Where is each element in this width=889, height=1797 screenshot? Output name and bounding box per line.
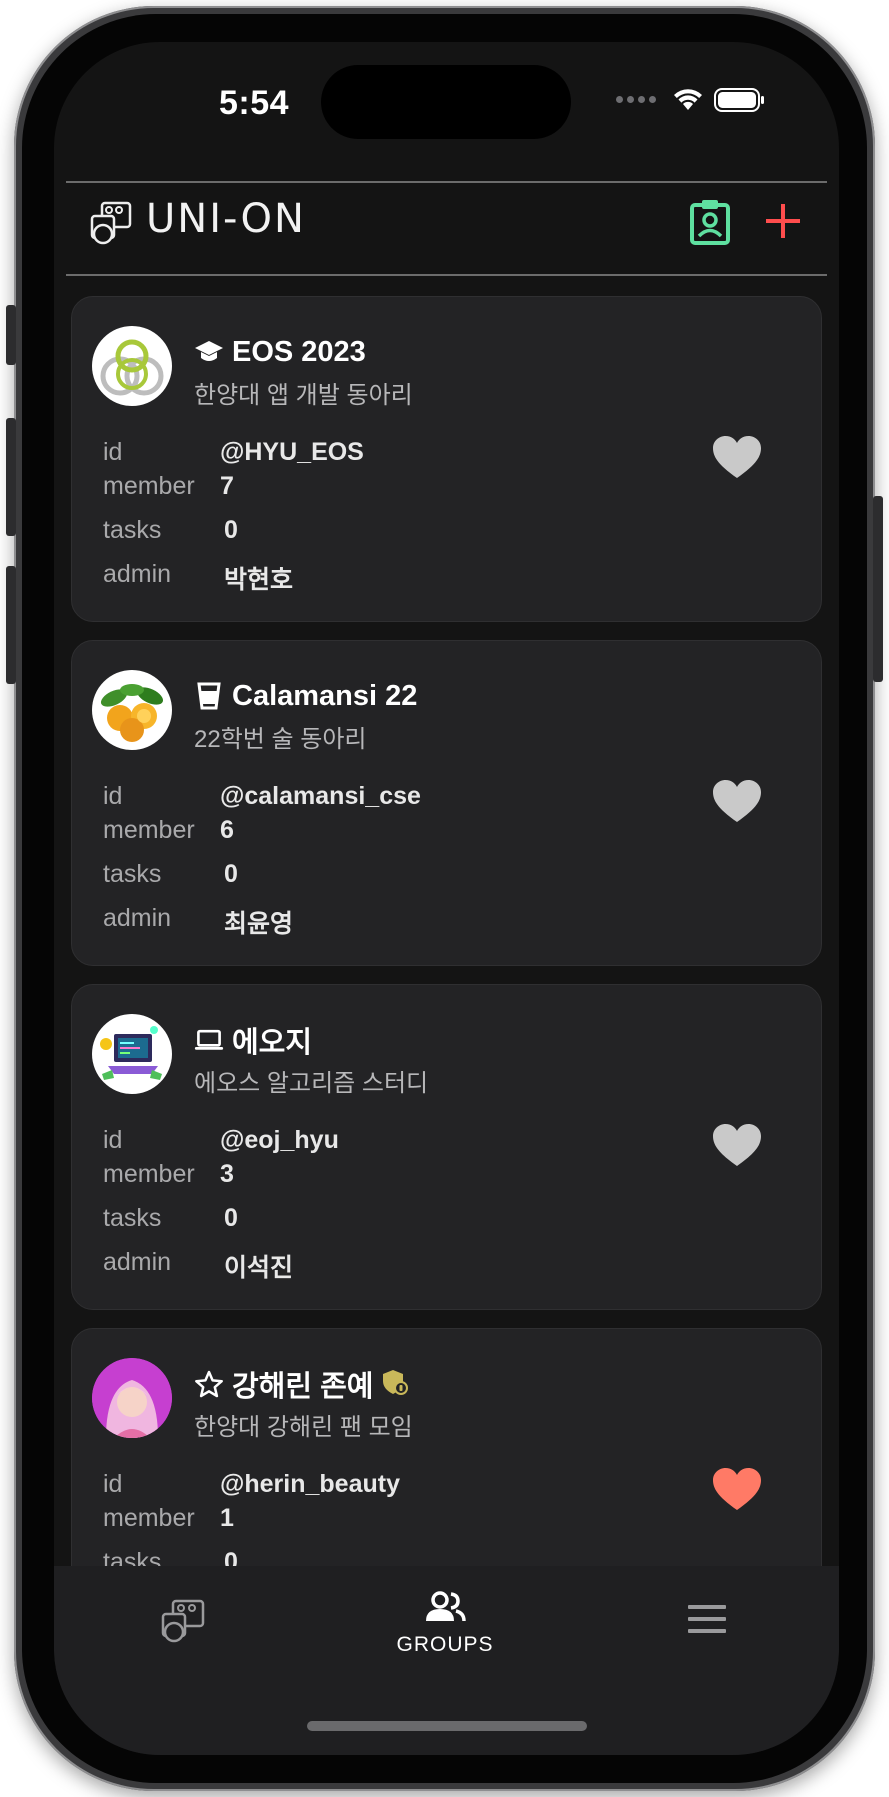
app-bar: UNI-ON: [66, 182, 827, 258]
group-id: @HYU_EOS: [220, 438, 364, 466]
group-id: @eoj_hyu: [220, 1126, 339, 1154]
id-label: id: [103, 782, 123, 810]
member-count: 6: [220, 816, 234, 844]
group-subtitle: 에오스 알고리즘 스터디: [194, 1070, 429, 1097]
member-label: member: [103, 472, 195, 500]
group-subtitle: 한양대 강해린 팬 모임: [194, 1414, 413, 1441]
group-title: Calamansi 22: [232, 679, 418, 712]
tasks-label: tasks: [103, 516, 162, 544]
group-card[interactable]: 강해린 존예 한양대 강해린 팬 모임 id @herin_beauty mem…: [71, 1328, 822, 1566]
tasks-label: tasks: [103, 1204, 162, 1232]
group-list: EOS 2023 한양대 앱 개발 동아리 id @HYU_EOS member…: [71, 296, 822, 1566]
group-title-row: 에오지: [194, 1022, 313, 1059]
group-avatar: [92, 1358, 172, 1438]
task-count: 0: [224, 1548, 238, 1566]
group-avatar: [92, 670, 172, 750]
task-count: 0: [224, 516, 238, 544]
plus-icon: [766, 204, 800, 238]
group-title-row: 강해린 존예: [194, 1366, 409, 1403]
group-card[interactable]: Calamansi 22 22학번 술 동아리 id @calamansi_cs…: [71, 640, 822, 966]
scroll-area[interactable]: 5:54 UNI-ON EOS 2023 한양대 앱 개발 동아리 id @HY…: [54, 42, 839, 1566]
volume-down-button: [6, 566, 16, 684]
admin-shield-icon: [381, 1368, 409, 1401]
admin-name: 최윤영: [224, 910, 294, 938]
admin-name: 박현호: [224, 566, 294, 594]
app-logo-text: UNI-ON: [146, 196, 306, 242]
laptop-icon: [194, 1025, 224, 1055]
tab-bar: GROUPS: [54, 1566, 839, 1755]
group-subtitle: 22학번 술 동아리: [194, 726, 367, 753]
tasks-label: tasks: [103, 860, 162, 888]
group-title-row: Calamansi 22: [194, 678, 417, 714]
graduation-cap-icon: [194, 337, 224, 367]
app-bar-bottom-divider: [66, 274, 827, 276]
logo-icon: [90, 201, 132, 245]
cup-icon: [194, 681, 224, 711]
member-count: 7: [220, 472, 234, 500]
heart-icon[interactable]: [713, 780, 761, 824]
member-label: member: [103, 816, 195, 844]
tasks-label: tasks: [103, 1548, 162, 1566]
signal-icon: [616, 96, 656, 103]
group-title: 강해린 존예: [232, 1371, 374, 1403]
id-badge-button[interactable]: [688, 198, 732, 246]
power-button: [873, 496, 883, 682]
admin-label: admin: [103, 560, 172, 588]
star-icon: [194, 1369, 224, 1399]
group-card[interactable]: EOS 2023 한양대 앱 개발 동아리 id @HYU_EOS member…: [71, 296, 822, 622]
heart-icon[interactable]: [713, 436, 761, 480]
group-card[interactable]: 에오지 에오스 알고리즘 스터디 id @eoj_hyu member 3 ta…: [71, 984, 822, 1310]
battery-icon: [714, 88, 764, 112]
group-id: @herin_beauty: [220, 1470, 400, 1498]
tab-groups[interactable]: GROUPS: [385, 1590, 505, 1657]
task-count: 0: [224, 1204, 238, 1232]
volume-up-button: [6, 418, 16, 536]
group-subtitle: 한양대 앱 개발 동아리: [194, 382, 413, 409]
dynamic-island: [321, 65, 571, 139]
member-label: member: [103, 1504, 195, 1532]
admin-label: admin: [103, 904, 172, 932]
id-label: id: [103, 1126, 123, 1154]
group-title-row: EOS 2023: [194, 334, 366, 370]
add-group-button[interactable]: [760, 198, 806, 244]
id-label: id: [103, 438, 123, 466]
menu-icon[interactable]: [686, 1602, 728, 1636]
group-avatar: [92, 326, 172, 406]
screen: 5:54 UNI-ON EOS 2023 한양대 앱 개발 동아리 id @HY…: [54, 42, 839, 1755]
home-indicator: [307, 1721, 587, 1731]
group-title: 에오지: [232, 1027, 313, 1059]
member-count: 3: [220, 1160, 234, 1188]
status-icons: [616, 86, 796, 116]
tab-groups-label: GROUPS: [396, 1633, 494, 1656]
group-id: @calamansi_cse: [220, 782, 421, 810]
id-label: id: [103, 1470, 123, 1498]
tab-home-icon[interactable]: [159, 1598, 207, 1644]
admin-label: admin: [103, 1248, 172, 1276]
admin-name: 이석진: [224, 1254, 294, 1282]
groups-icon: [426, 1591, 466, 1622]
group-title: EOS 2023: [232, 335, 366, 368]
task-count: 0: [224, 860, 238, 888]
member-label: member: [103, 1160, 195, 1188]
action-button: [6, 305, 16, 365]
member-count: 1: [220, 1504, 234, 1532]
heart-liked-icon[interactable]: [713, 1468, 761, 1512]
wifi-icon: [674, 89, 702, 110]
group-avatar: [92, 1014, 172, 1094]
heart-icon[interactable]: [713, 1124, 761, 1168]
